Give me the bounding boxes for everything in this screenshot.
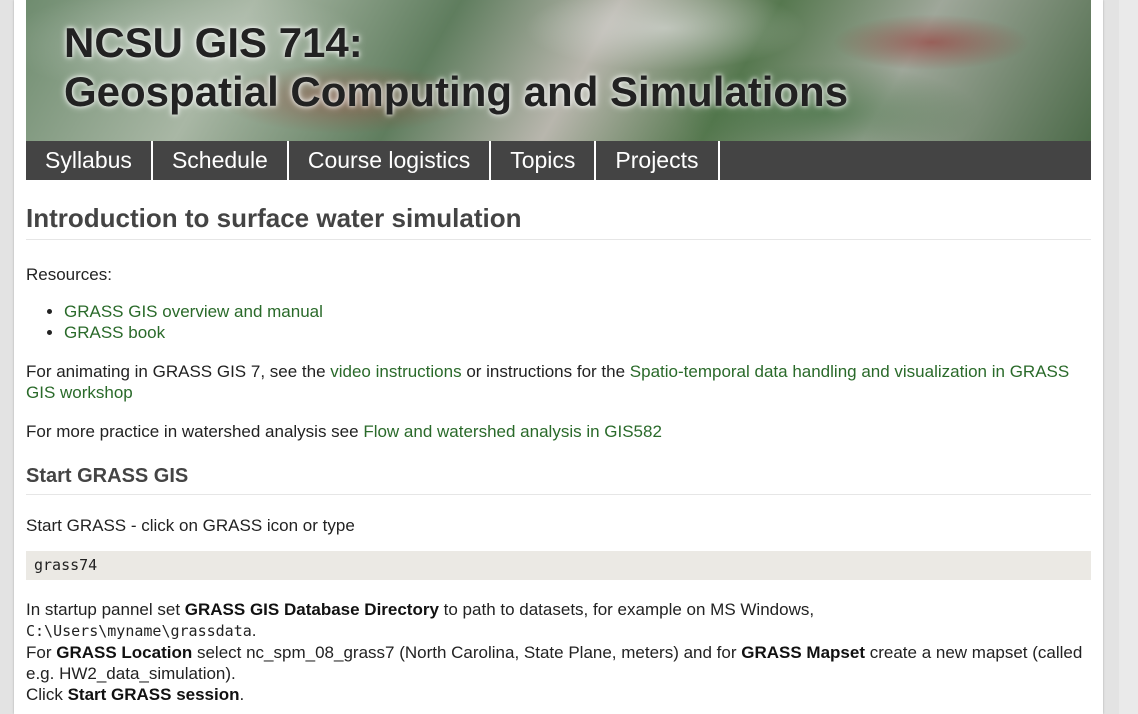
site-title[interactable]: NCSU GIS 714: Geospatial Computing and S… — [64, 18, 848, 116]
header-banner: NCSU GIS 714: Geospatial Computing and S… — [26, 0, 1091, 141]
startup-text: Click — [26, 685, 68, 704]
practice-text: For more practice in watershed analysis … — [26, 422, 364, 441]
example-path: C:\Users\myname\grassdata — [26, 622, 252, 640]
page-container: NCSU GIS 714: Geospatial Computing and S… — [14, 0, 1103, 714]
window-scrollbar[interactable] — [1119, 0, 1138, 714]
animating-text-middle: or instructions for the — [461, 362, 630, 381]
nav-schedule[interactable]: Schedule — [153, 141, 289, 180]
watershed-analysis-link[interactable]: Flow and watershed analysis in GIS582 — [363, 422, 662, 441]
startup-text: For — [26, 643, 57, 662]
startup-text: select nc_spm_08_grass7 (North Carolina,… — [192, 643, 742, 662]
main-content: Introduction to surface water simulation… — [26, 180, 1091, 705]
video-instructions-link[interactable]: video instructions — [330, 362, 461, 381]
database-directory-term: GRASS GIS Database Directory — [184, 600, 439, 619]
animating-text: For animating in GRASS GIS 7, see the — [26, 362, 331, 381]
startup-text: . — [251, 621, 257, 640]
resources-list: GRASS GIS overview and manual GRASS book — [26, 301, 1091, 343]
startup-text: to path to datasets, for example on MS W… — [438, 600, 815, 619]
nav-syllabus[interactable]: Syllabus — [26, 141, 153, 180]
code-block: grass74 — [26, 551, 1091, 580]
grass-overview-link[interactable]: GRASS GIS overview and manual — [64, 302, 323, 321]
grass-book-link[interactable]: GRASS book — [64, 323, 165, 342]
main-nav: Syllabus Schedule Course logistics Topic… — [26, 141, 1091, 180]
animating-paragraph: For animating in GRASS GIS 7, see the vi… — [26, 361, 1091, 403]
page-title: Introduction to surface water simulation — [26, 202, 1091, 240]
nav-projects[interactable]: Projects — [596, 141, 720, 180]
nav-topics[interactable]: Topics — [491, 141, 597, 180]
grass-mapset-term: GRASS Mapset — [741, 643, 865, 662]
resources-label: Resources: — [26, 265, 112, 284]
practice-paragraph: For more practice in watershed analysis … — [26, 421, 1091, 442]
startup-instructions: In startup pannel set GRASS GIS Database… — [26, 599, 1091, 705]
site-title-line1[interactable]: NCSU GIS 714: — [64, 18, 848, 67]
startup-text: . — [239, 685, 245, 704]
start-instructions: Start GRASS - click on GRASS icon or typ… — [26, 516, 355, 535]
list-item: GRASS GIS overview and manual — [64, 301, 1091, 322]
section-heading-start-grass: Start GRASS GIS — [26, 463, 1091, 495]
site-title-line2[interactable]: Geospatial Computing and Simulations — [64, 67, 848, 116]
startup-text: In startup pannel set — [26, 600, 185, 619]
nav-course-logistics[interactable]: Course logistics — [289, 141, 492, 180]
grass-location-term: GRASS Location — [56, 643, 193, 662]
start-session-term: Start GRASS session — [67, 685, 240, 704]
list-item: GRASS book — [64, 322, 1091, 343]
